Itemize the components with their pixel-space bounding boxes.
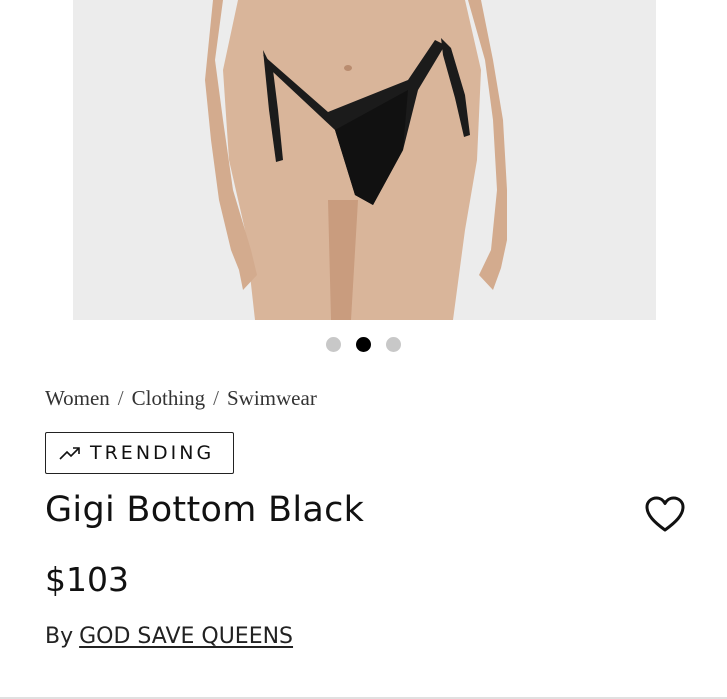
- product-title: Gigi Bottom Black: [45, 490, 365, 530]
- breadcrumb-item-clothing[interactable]: Clothing: [132, 386, 206, 410]
- wishlist-button[interactable]: [644, 495, 686, 535]
- trending-badge: TRENDING: [45, 432, 234, 474]
- breadcrumb-item-women[interactable]: Women: [45, 386, 110, 410]
- by-label: By: [45, 624, 74, 649]
- product-price: $103: [45, 560, 129, 599]
- breadcrumb: Women / Clothing / Swimwear: [45, 386, 317, 411]
- heart-icon: [645, 496, 685, 532]
- brand-link[interactable]: GOD SAVE QUEENS: [79, 624, 293, 649]
- product-photo: [73, 0, 656, 320]
- carousel-dot-3[interactable]: [386, 337, 401, 352]
- breadcrumb-item-swimwear[interactable]: Swimwear: [227, 386, 317, 410]
- brand-line: By GOD SAVE QUEENS: [45, 624, 293, 649]
- badge-label: TRENDING: [90, 442, 215, 464]
- trending-up-icon: [59, 447, 80, 460]
- product-image[interactable]: [73, 0, 656, 320]
- breadcrumb-separator: /: [117, 386, 124, 410]
- carousel-dot-1[interactable]: [326, 337, 341, 352]
- carousel-dots: [0, 337, 727, 352]
- carousel-dot-2[interactable]: [356, 337, 371, 352]
- breadcrumb-separator: /: [213, 386, 219, 410]
